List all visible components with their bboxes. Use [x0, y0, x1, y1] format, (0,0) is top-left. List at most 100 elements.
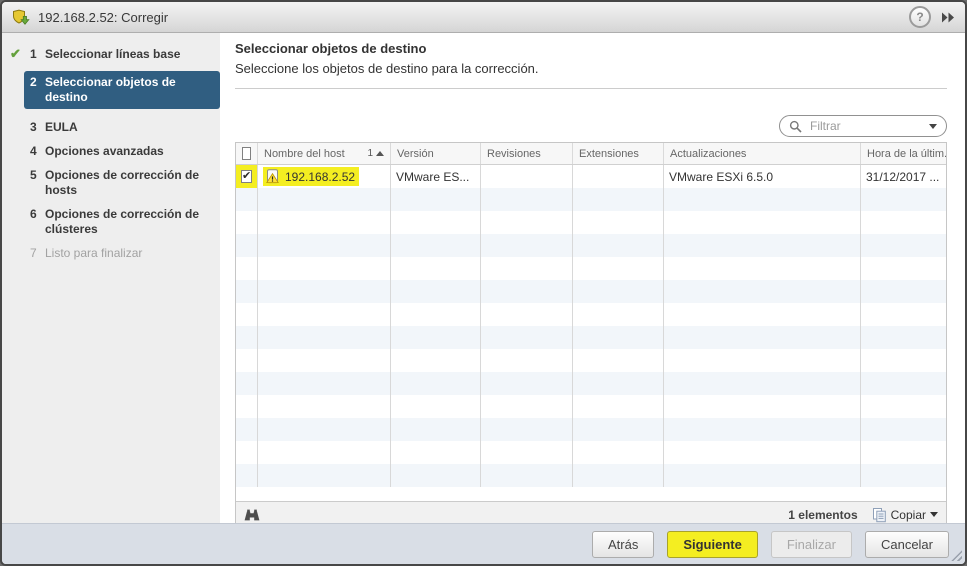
filter-box[interactable]	[779, 115, 947, 137]
filter-dropdown-icon[interactable]	[929, 123, 937, 129]
dialog-titlebar[interactable]: 192.168.2.52: Corregir ?	[2, 2, 965, 33]
empty-cell	[236, 280, 258, 303]
row-checkbox-cell[interactable]: ✔	[236, 165, 258, 188]
column-header-extensions[interactable]: Extensiones	[573, 143, 664, 164]
empty-cell	[258, 257, 391, 280]
resize-grip-icon[interactable]	[951, 550, 962, 561]
table-empty-row	[236, 188, 946, 211]
table-empty-row	[236, 280, 946, 303]
empty-cell	[664, 211, 861, 234]
wizard-step-5[interactable]: 5 Opciones de corrección de hosts	[30, 168, 220, 198]
empty-cell	[481, 211, 573, 234]
table-row[interactable]: ✔ 192.168.2.52 VMware ES... VMware ESXi 6.5…	[236, 165, 946, 188]
back-button[interactable]: Atrás	[591, 530, 655, 558]
empty-cell	[573, 303, 664, 326]
empty-cell	[861, 464, 946, 487]
select-all-checkbox[interactable]	[242, 147, 251, 160]
row-checkbox[interactable]: ✔	[241, 170, 253, 183]
table-empty-row	[236, 418, 946, 441]
step-number: 3	[30, 120, 37, 134]
empty-cell	[258, 326, 391, 349]
empty-cell	[236, 234, 258, 257]
empty-cell	[573, 441, 664, 464]
wizard-step-4[interactable]: 4 Opciones avanzadas	[30, 144, 220, 159]
empty-cell	[236, 441, 258, 464]
cancel-button[interactable]: Cancelar	[864, 530, 949, 558]
column-header-lasttime[interactable]: Hora de la últim...	[861, 143, 946, 164]
empty-cell	[391, 349, 481, 372]
next-button[interactable]: Siguiente	[667, 530, 758, 558]
step-label: Seleccionar objetos de destino	[45, 75, 176, 104]
empty-cell	[258, 234, 391, 257]
column-header-updates[interactable]: Actualizaciones	[664, 143, 861, 164]
empty-cell	[573, 234, 664, 257]
wizard-steps: ✔ 1 Seleccionar líneas base 2 Seleccionar ob…	[2, 33, 220, 523]
wizard-step-1[interactable]: ✔ 1 Seleccionar líneas base	[10, 46, 220, 62]
table-empty-row	[236, 464, 946, 487]
step-number: 4	[30, 144, 37, 158]
empty-cell	[481, 464, 573, 487]
wizard-step-3[interactable]: 3 EULA	[30, 120, 220, 135]
step-number: 1	[30, 47, 37, 61]
empty-cell	[391, 418, 481, 441]
step-label: Opciones de corrección de clústeres	[45, 207, 200, 236]
finish-button[interactable]: Finalizar	[770, 530, 852, 558]
empty-cell	[391, 188, 481, 211]
table-empty-row	[236, 303, 946, 326]
empty-cell	[258, 188, 391, 211]
empty-cell	[573, 372, 664, 395]
copy-button[interactable]: Copiar	[872, 507, 938, 523]
empty-cell	[664, 441, 861, 464]
empty-cell	[481, 372, 573, 395]
empty-cell	[236, 464, 258, 487]
empty-cell	[861, 234, 946, 257]
column-header-revisions[interactable]: Revisiones	[481, 143, 573, 164]
empty-cell	[481, 257, 573, 280]
search-icon	[789, 120, 802, 133]
empty-cell	[481, 188, 573, 211]
divider	[235, 88, 947, 89]
empty-cell	[861, 372, 946, 395]
table-empty-row	[236, 441, 946, 464]
empty-cell	[481, 280, 573, 303]
empty-cell	[258, 349, 391, 372]
filter-row	[235, 115, 947, 137]
empty-cell	[861, 188, 946, 211]
empty-cell	[861, 257, 946, 280]
empty-cell	[391, 326, 481, 349]
empty-cell	[664, 349, 861, 372]
column-header-host[interactable]: Nombre del host 1	[258, 143, 391, 164]
empty-cell	[236, 372, 258, 395]
wizard-step-2[interactable]: 2 Seleccionar objetos de destino	[24, 71, 220, 109]
header-select-all[interactable]	[236, 143, 258, 164]
empty-cell	[664, 234, 861, 257]
filter-input[interactable]	[808, 118, 929, 134]
empty-cell	[861, 418, 946, 441]
wizard-step-6[interactable]: 6 Opciones de corrección de clústeres	[30, 207, 220, 237]
empty-cell	[664, 188, 861, 211]
step-number: 2	[30, 75, 37, 89]
empty-cell	[861, 303, 946, 326]
empty-cell	[573, 257, 664, 280]
empty-cell	[573, 280, 664, 303]
table-empty-row	[236, 395, 946, 418]
copy-dropdown-icon	[930, 512, 938, 517]
step-number: 5	[30, 168, 37, 182]
host-name-cell[interactable]: 192.168.2.52	[258, 165, 391, 188]
empty-cell	[258, 280, 391, 303]
find-binoculars-icon[interactable]	[244, 508, 260, 521]
revisions-cell	[481, 165, 573, 188]
empty-cell	[236, 257, 258, 280]
double-arrow-icon[interactable]	[941, 12, 955, 23]
empty-cell	[481, 441, 573, 464]
updates-cell: VMware ESXi 6.5.0	[664, 165, 861, 188]
empty-cell	[391, 395, 481, 418]
help-icon[interactable]: ?	[909, 6, 931, 28]
sort-indicator: 1	[367, 148, 384, 159]
empty-cell	[481, 303, 573, 326]
wizard-page: Seleccionar objetos de destino Seleccion…	[220, 33, 965, 528]
column-header-version[interactable]: Versión	[391, 143, 481, 164]
empty-cell	[258, 418, 391, 441]
table-empty-row	[236, 234, 946, 257]
empty-cell	[391, 234, 481, 257]
